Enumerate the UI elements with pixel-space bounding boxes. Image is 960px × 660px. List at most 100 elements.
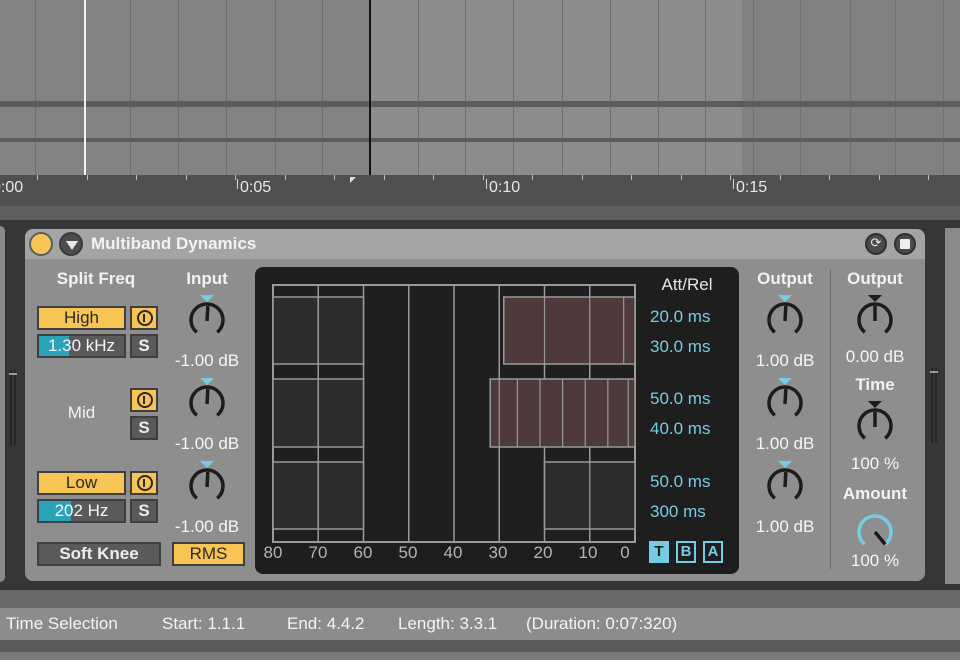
grid-line bbox=[465, 0, 466, 175]
grid-line bbox=[513, 0, 514, 175]
status-gap bbox=[0, 590, 960, 608]
soft-knee-button[interactable]: Soft Knee bbox=[37, 542, 161, 566]
bottom-band-select[interactable]: B bbox=[676, 541, 696, 563]
mid-output-knob[interactable] bbox=[763, 376, 807, 424]
high-solo-button[interactable]: S bbox=[130, 334, 158, 358]
axis-tick-label: 80 bbox=[263, 543, 283, 562]
ruler-tick bbox=[285, 175, 286, 180]
high-output-value: 1.00 dB bbox=[755, 351, 815, 370]
multiband-dynamics-device: Multiband Dynamics ⟳ Split Freq Input Hi… bbox=[25, 229, 925, 581]
ruler-label: 0:10 bbox=[489, 179, 521, 196]
mid-output-value: 1.00 dB bbox=[755, 434, 815, 453]
low-band-button[interactable]: Low bbox=[37, 471, 126, 495]
hot-swap-button[interactable]: ⟳ bbox=[865, 233, 887, 255]
amount-arc bbox=[857, 514, 893, 546]
low-release-value[interactable]: 300 ms bbox=[650, 502, 706, 522]
low-band-label: Low bbox=[65, 473, 98, 492]
ruler-tick bbox=[780, 175, 781, 180]
low-band-activator[interactable] bbox=[130, 471, 158, 495]
high-input-knob[interactable] bbox=[185, 293, 229, 341]
right-device-strip bbox=[945, 228, 960, 584]
status-bar: Time Selection Start: 1.1.1 End: 4.4.2 L… bbox=[0, 608, 960, 640]
axis-tick-label: 40 bbox=[443, 543, 463, 562]
ruler-tick bbox=[483, 175, 484, 180]
grid-line bbox=[943, 0, 944, 175]
grid-line bbox=[130, 0, 131, 175]
time-value: 100 % bbox=[850, 454, 900, 473]
amount-value: 100 % bbox=[850, 551, 900, 570]
center-marker-icon bbox=[200, 378, 214, 385]
ruler-label: 0:05 bbox=[240, 179, 272, 196]
mid-attack-value[interactable]: 50.0 ms bbox=[650, 389, 710, 409]
chevron-down-icon bbox=[66, 241, 78, 250]
grid-line bbox=[705, 0, 706, 175]
track-separator bbox=[0, 101, 960, 107]
center-marker-icon bbox=[200, 461, 214, 468]
grid-line bbox=[418, 0, 419, 175]
low-output-knob[interactable] bbox=[763, 459, 807, 507]
time-knob[interactable] bbox=[853, 399, 897, 447]
axis-tick-label: 50 bbox=[398, 543, 418, 562]
center-marker-icon bbox=[868, 295, 882, 302]
left-panel-resize-handle[interactable] bbox=[9, 370, 17, 445]
low-input-knob[interactable] bbox=[185, 459, 229, 507]
insert-marker-icon bbox=[350, 177, 356, 183]
left-device-strip bbox=[0, 226, 5, 582]
high-split-freq-field[interactable]: 1.30 kHz bbox=[37, 334, 126, 358]
mid-release-value[interactable]: 40.0 ms bbox=[650, 419, 710, 439]
time-label: Time bbox=[855, 375, 895, 394]
mid-input-knob[interactable] bbox=[185, 376, 229, 424]
all-band-select[interactable]: A bbox=[703, 541, 723, 563]
bottom-band-edge bbox=[0, 652, 960, 660]
view-separator[interactable] bbox=[0, 206, 960, 220]
grid-line bbox=[850, 0, 851, 175]
status-end: End: 4.4.2 bbox=[287, 614, 365, 633]
mid-solo-button[interactable]: S bbox=[130, 416, 158, 440]
dynamics-display[interactable]: 80 70 60 50 40 30 20 10 0 Att/Rel 20.0 m… bbox=[255, 267, 739, 574]
low-solo-button[interactable]: S bbox=[130, 499, 158, 523]
rms-button[interactable]: RMS bbox=[172, 542, 245, 566]
hot-swap-icon: ⟳ bbox=[870, 236, 882, 251]
low-output-value: 1.00 dB bbox=[755, 517, 815, 536]
threshold-graph[interactable] bbox=[272, 284, 637, 546]
ruler-tick bbox=[334, 175, 335, 180]
power-icon bbox=[137, 392, 153, 408]
axis-tick-label: 10 bbox=[578, 543, 598, 562]
ruler-tick bbox=[136, 175, 137, 180]
grid-line bbox=[800, 0, 801, 175]
ruler-tick bbox=[433, 175, 434, 180]
high-band-button[interactable]: High bbox=[37, 306, 126, 330]
right-panel-resize-handle[interactable] bbox=[930, 368, 938, 443]
playhead[interactable] bbox=[369, 0, 371, 175]
high-band-activator[interactable] bbox=[130, 306, 158, 330]
low-split-freq-field[interactable]: 202 Hz bbox=[37, 499, 126, 523]
top-band-select[interactable]: T bbox=[649, 541, 669, 563]
save-preset-icon bbox=[900, 239, 910, 249]
ruler-tick bbox=[235, 175, 236, 180]
amount-knob[interactable] bbox=[853, 507, 897, 555]
ruler-label: 0:00 bbox=[0, 179, 24, 196]
region-shade bbox=[742, 0, 960, 175]
center-marker-icon bbox=[868, 401, 882, 408]
time-ruler[interactable]: 0:00 0:05 0:10 0:15 bbox=[0, 175, 960, 206]
mid-band-activator[interactable] bbox=[130, 388, 158, 412]
low-input-value: -1.00 dB bbox=[174, 517, 240, 536]
ruler-tick bbox=[582, 175, 583, 180]
low-attack-value[interactable]: 50.0 ms bbox=[650, 472, 710, 492]
tba-label: T bbox=[654, 543, 664, 560]
high-attack-value[interactable]: 20.0 ms bbox=[650, 307, 710, 327]
high-output-knob[interactable] bbox=[763, 293, 807, 341]
device-fold-button[interactable] bbox=[59, 232, 83, 256]
device-header[interactable]: Multiband Dynamics ⟳ bbox=[25, 229, 925, 259]
solo-label: S bbox=[138, 501, 150, 520]
track-separator bbox=[0, 138, 960, 142]
device-power-button[interactable] bbox=[29, 232, 53, 256]
high-release-value[interactable]: 30.0 ms bbox=[650, 337, 710, 357]
loop-marker[interactable] bbox=[84, 0, 86, 175]
ruler-tick bbox=[532, 175, 533, 180]
global-output-knob[interactable] bbox=[853, 293, 897, 341]
save-preset-button[interactable] bbox=[894, 233, 916, 255]
ruler-tick bbox=[631, 175, 632, 180]
tba-label: A bbox=[707, 543, 719, 560]
arrangement-view[interactable] bbox=[0, 0, 960, 175]
